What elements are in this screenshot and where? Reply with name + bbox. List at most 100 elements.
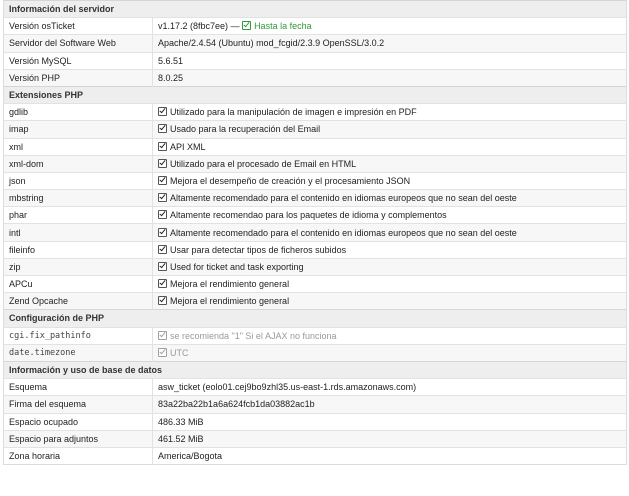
- ext-value: Used for ticket and task exporting: [152, 257, 627, 276]
- system-info-panel: Información del servidor Versión osTicke…: [0, 0, 629, 496]
- ext-value: Altamente recomendao para los paquetes d…: [152, 206, 627, 224]
- ext-label: xml-dom: [3, 154, 153, 173]
- ext-label: gdlib: [3, 103, 153, 121]
- label-space-used: Espacio ocupado: [3, 412, 153, 431]
- row-ext-xml: xml API XML: [3, 137, 627, 156]
- label-mysql-version: Versión MySQL: [3, 51, 153, 70]
- check-icon: [158, 261, 167, 271]
- value-web-software: Apache/2.4.54 (Ubuntu) mod_fcgid/2.3.9 O…: [152, 34, 627, 53]
- check-icon: [242, 21, 252, 31]
- ext-description: Altamente recomendao para los paquetes d…: [170, 210, 447, 221]
- ext-label: zip: [3, 257, 153, 276]
- value-attachments-space: 461.52 MiB: [152, 429, 627, 448]
- value-php-version: 8.0.25: [152, 68, 627, 87]
- row-attachments-space: Espacio para adjuntos 461.52 MiB: [3, 429, 627, 448]
- ext-description: Usar para detectar tipos de ficheros sub…: [170, 244, 347, 255]
- ext-value: Usado para la recuperación del Email: [152, 120, 627, 138]
- row-db-timezone: Zona horaria America/Bogota: [3, 446, 627, 465]
- ext-label: intl: [3, 223, 153, 242]
- ext-value: Mejora el desempeño de creación y el pro…: [152, 171, 627, 190]
- row-ext-intl: intl Altamente recomendado para el conte…: [3, 223, 627, 242]
- section-header-database: Información y uso de base de datos: [3, 360, 627, 379]
- label-attachments-space: Espacio para adjuntos: [3, 429, 153, 448]
- section-title-php-extensions: Extensiones PHP: [3, 85, 627, 104]
- row-version-osticket: Versión osTicket v1.17.2 (8fbc7ee) — Has…: [3, 17, 627, 35]
- label-schema-signature: Firma del esquema: [3, 395, 153, 413]
- ext-description: Altamente recomendado para el contenido …: [170, 227, 517, 238]
- label-web-software: Servidor del Software Web: [3, 34, 153, 53]
- ext-label: Zend Opcache: [3, 292, 153, 310]
- ext-label: mbstring: [3, 189, 153, 207]
- check-icon: [158, 158, 167, 168]
- ext-value: Altamente recomendado para el contenido …: [152, 189, 627, 207]
- ext-value: API XML: [152, 137, 627, 156]
- ext-label: json: [3, 171, 153, 190]
- section-title-database: Información y uso de base de datos: [3, 360, 627, 379]
- check-icon: [158, 347, 167, 357]
- system-info-table: Información del servidor Versión osTicke…: [3, 0, 627, 466]
- section-title-php-config: Configuración de PHP: [3, 309, 627, 328]
- section-header-server: Información del servidor: [3, 0, 627, 18]
- row-ext-mbstring: mbstring Altamente recomendado para el c…: [3, 189, 627, 207]
- value-schema-signature: 83a22ba22b1a6a624fcb1da03882ac1b: [152, 395, 627, 413]
- version-osticket-text: v1.17.2 (8fbc7ee) —: [158, 21, 240, 32]
- ext-label: fileinfo: [3, 240, 153, 259]
- check-icon: [158, 210, 167, 220]
- check-icon: [158, 330, 167, 340]
- date-timezone-value: UTC: [170, 347, 189, 358]
- value-version-osticket: v1.17.2 (8fbc7ee) — Hasta la fecha: [152, 17, 627, 35]
- row-ext-apcu: APCu Mejora el rendimiento general: [3, 274, 627, 293]
- label-date-timezone: date.timezone: [3, 343, 153, 362]
- ext-value: Usar para detectar tipos de ficheros sub…: [152, 240, 627, 259]
- value-schema: asw_ticket (eolo01.cej9bo9zhl35.us-east-…: [152, 378, 627, 396]
- ext-label: phar: [3, 206, 153, 224]
- row-date-timezone: date.timezone UTC: [3, 343, 627, 362]
- row-ext-xml-dom: xml-dom Utilizado para el procesado de E…: [3, 154, 627, 173]
- label-php-version: Versión PHP: [3, 68, 153, 87]
- value-space-used: 486.33 MiB: [152, 412, 627, 431]
- ext-description: API XML: [170, 141, 206, 152]
- row-ext-zend-opcache: Zend Opcache Mejora el rendimiento gener…: [3, 292, 627, 310]
- label-schema: Esquema: [3, 378, 153, 396]
- check-icon: [158, 107, 167, 117]
- ext-description: Utilizado para el procesado de Email en …: [170, 158, 357, 169]
- check-icon: [158, 227, 167, 237]
- check-icon: [158, 279, 167, 289]
- row-ext-fileinfo: fileinfo Usar para detectar tipos de fic…: [3, 240, 627, 259]
- ext-label: APCu: [3, 274, 153, 293]
- ext-description: Usado para la recuperación del Email: [170, 124, 321, 135]
- label-version-osticket: Versión osTicket: [3, 17, 153, 35]
- ext-label: xml: [3, 137, 153, 156]
- ext-value: Utilizado para el procesado de Email en …: [152, 154, 627, 173]
- check-icon: [158, 141, 167, 151]
- row-fix-pathinfo: cgi.fix_pathinfo se recomienda "1" Si el…: [3, 326, 627, 345]
- row-ext-zip: zip Used for ticket and task exporting: [3, 257, 627, 276]
- value-mysql-version: 5.6.51: [152, 51, 627, 70]
- uptodate-status: Hasta la fecha: [254, 21, 312, 32]
- ext-value: Utilizado para la manipulación de imagen…: [152, 103, 627, 121]
- section-header-php-config: Configuración de PHP: [3, 309, 627, 328]
- check-icon: [158, 296, 167, 306]
- ext-description: Altamente recomendado para el contenido …: [170, 193, 517, 204]
- check-icon: [158, 124, 167, 134]
- ext-description: Mejora el desempeño de creación y el pro…: [170, 175, 411, 186]
- label-db-timezone: Zona horaria: [3, 446, 153, 465]
- row-ext-imap: imap Usado para la recuperación del Emai…: [3, 120, 627, 138]
- section-header-php-extensions: Extensiones PHP: [3, 85, 627, 104]
- ext-value: Altamente recomendado para el contenido …: [152, 223, 627, 242]
- row-ext-gdlib: gdlib Utilizado para la manipulación de …: [3, 103, 627, 121]
- value-fix-pathinfo: se recomienda "1" Si el AJAX no funciona: [152, 326, 627, 345]
- ext-label: imap: [3, 120, 153, 138]
- fix-pathinfo-note: se recomienda "1" Si el AJAX no funciona: [170, 330, 337, 341]
- row-ext-phar: phar Altamente recomendao para los paque…: [3, 206, 627, 224]
- row-ext-json: json Mejora el desempeño de creación y e…: [3, 171, 627, 190]
- row-php-version: Versión PHP 8.0.25: [3, 68, 627, 87]
- label-fix-pathinfo: cgi.fix_pathinfo: [3, 326, 153, 345]
- section-title-server: Información del servidor: [3, 0, 627, 18]
- row-mysql-version: Versión MySQL 5.6.51: [3, 51, 627, 70]
- ext-value: Mejora el rendimiento general: [152, 292, 627, 310]
- ext-description: Mejora el rendimiento general: [170, 279, 290, 290]
- ext-description: Utilizado para la manipulación de imagen…: [170, 107, 417, 118]
- row-web-software: Servidor del Software Web Apache/2.4.54 …: [3, 34, 627, 53]
- ext-value: Mejora el rendimiento general: [152, 274, 627, 293]
